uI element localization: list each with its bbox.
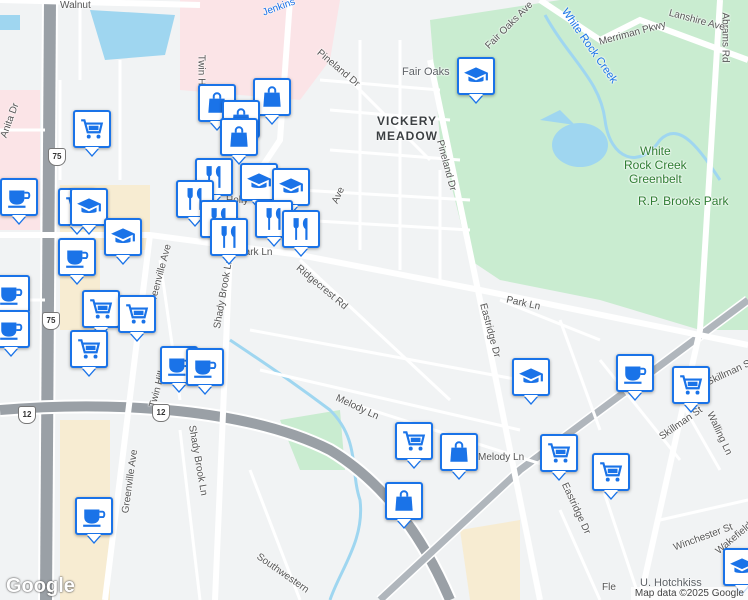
coffee-icon: [0, 316, 24, 342]
highway-shield-75-north: 75: [48, 148, 66, 166]
shopping-cart-pin[interactable]: [82, 290, 120, 328]
road-label-fle: Fle: [602, 582, 616, 593]
shopping-bag-icon: [446, 439, 472, 465]
restaurant-pin[interactable]: [282, 210, 320, 248]
road-label-melody-ln-east: Melody Ln: [478, 452, 525, 463]
coffee-pin[interactable]: [0, 275, 30, 313]
shopping-cart-icon: [678, 372, 704, 398]
shopping-cart-pin[interactable]: [672, 366, 710, 404]
school-icon: [278, 174, 304, 200]
shopping-cart-icon: [401, 428, 427, 454]
school-icon: [246, 169, 272, 195]
highway-shield-12-west: 12: [18, 406, 36, 424]
highway-shield-75-south: 75: [42, 312, 60, 330]
shopping-bag-icon: [259, 84, 285, 110]
school-pin[interactable]: [104, 218, 142, 256]
coffee-pin[interactable]: [186, 348, 224, 386]
restaurant-pin[interactable]: [210, 218, 248, 256]
shopping-cart-pin[interactable]: [395, 422, 433, 460]
restaurant-icon: [288, 216, 314, 242]
school-icon: [729, 554, 748, 580]
coffee-icon: [0, 281, 24, 307]
shopping-cart-icon: [88, 296, 114, 322]
shopping-cart-icon: [546, 440, 572, 466]
coffee-pin[interactable]: [0, 178, 38, 216]
school-icon: [463, 63, 489, 89]
shopping-cart-pin[interactable]: [70, 330, 108, 368]
school-pin[interactable]: [512, 358, 550, 396]
coffee-pin[interactable]: [58, 238, 96, 276]
shopping-cart-pin[interactable]: [540, 434, 578, 472]
coffee-pin[interactable]: [0, 310, 30, 348]
area-label-vickery-meadow: VICKERY MEADOW: [376, 114, 438, 143]
shopping-bag-pin[interactable]: [440, 433, 478, 471]
shopping-bag-icon: [226, 124, 252, 150]
coffee-pin[interactable]: [75, 497, 113, 535]
shopping-bag-pin[interactable]: [385, 482, 423, 520]
school-icon: [76, 194, 102, 220]
poi-label-fair-oaks: Fair Oaks: [402, 66, 450, 78]
park-label-white-rock-creek-greenbelt: White Rock Creek Greenbelt: [624, 144, 687, 186]
shopping-bag-pin[interactable]: [220, 118, 258, 156]
school-pin[interactable]: [457, 57, 495, 95]
shopping-cart-pin[interactable]: [592, 453, 630, 491]
coffee-icon: [6, 184, 32, 210]
shopping-cart-pin[interactable]: [118, 295, 156, 333]
map-attribution[interactable]: Map data ©2025 Google: [630, 587, 748, 600]
coffee-icon: [64, 244, 90, 270]
shopping-cart-pin[interactable]: [73, 110, 111, 148]
road-label-abrams-rd-north: Abrams Rd: [719, 12, 731, 63]
restaurant-icon: [216, 224, 242, 250]
highway-shield-12-east: 12: [152, 404, 170, 422]
road-label-walnut: Walnut: [60, 0, 91, 11]
school-icon: [110, 224, 136, 250]
school-pin[interactable]: [70, 188, 108, 226]
google-logo: Google: [6, 575, 75, 597]
coffee-icon: [622, 360, 648, 386]
shopping-cart-icon: [124, 301, 150, 327]
coffee-icon: [192, 354, 218, 380]
school-icon: [518, 364, 544, 390]
shopping-cart-icon: [79, 116, 105, 142]
shopping-cart-icon: [76, 336, 102, 362]
coffee-pin[interactable]: [616, 354, 654, 392]
school-pin[interactable]: [723, 548, 748, 586]
coffee-icon: [81, 503, 107, 529]
shopping-cart-icon: [598, 459, 624, 485]
shopping-bag-icon: [391, 488, 417, 514]
park-label-rp-brooks-park: R.P. Brooks Park: [638, 194, 729, 208]
